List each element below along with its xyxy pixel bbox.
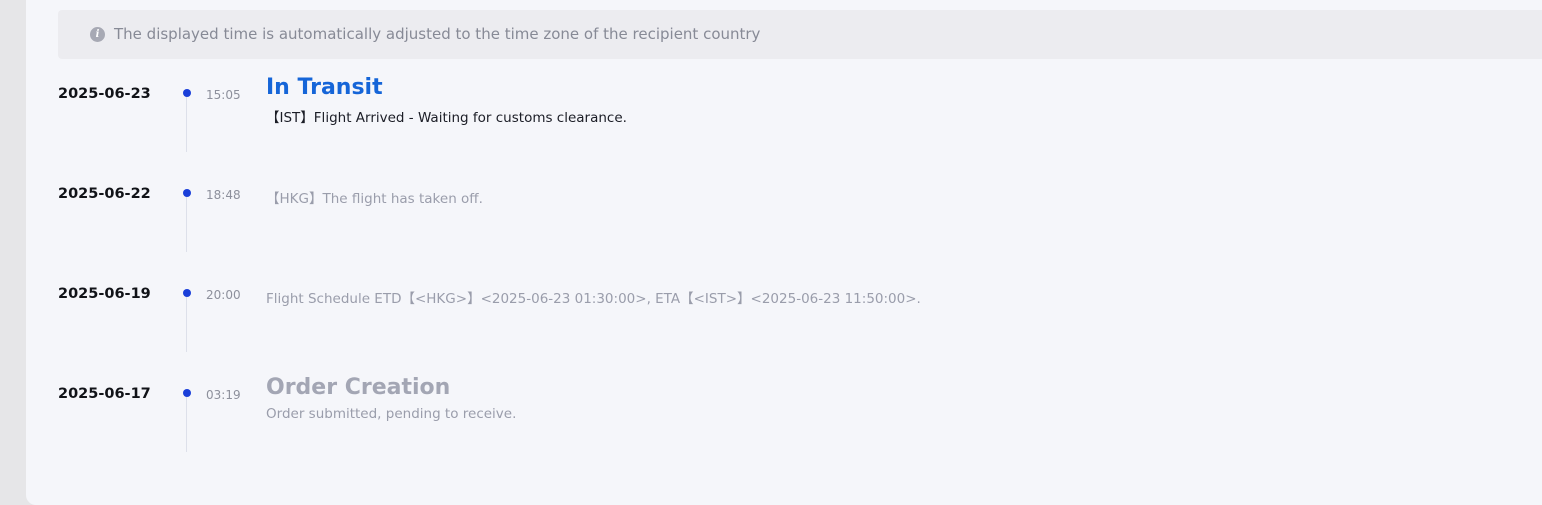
event-date: 2025-06-17 bbox=[58, 386, 151, 402]
timeline-connector bbox=[186, 97, 187, 152]
timeline-event: 2025-06-19 20:00 Flight Schedule ETD【<HK… bbox=[26, 286, 1542, 386]
tracking-panel: i The displayed time is automatically ad… bbox=[26, 0, 1542, 505]
event-detail: Flight Schedule ETD【<HKG>】<2025-06-23 01… bbox=[266, 291, 921, 307]
timeline-dot bbox=[183, 89, 191, 97]
timeline-dot bbox=[183, 289, 191, 297]
event-date: 2025-06-23 bbox=[58, 86, 151, 102]
event-time: 15:05 bbox=[206, 88, 241, 102]
event-status: Order Creation bbox=[266, 375, 451, 400]
timeline-event: 2025-06-17 03:19 Order Creation Order su… bbox=[26, 375, 1542, 486]
event-detail: 【HKG】The flight has taken off. bbox=[266, 191, 483, 207]
timeline-connector bbox=[186, 397, 187, 452]
event-date: 2025-06-22 bbox=[58, 186, 151, 202]
event-status: In Transit bbox=[266, 75, 383, 100]
event-time: 20:00 bbox=[206, 288, 241, 302]
timeline-event: 2025-06-23 15:05 In Transit 【IST】Flight … bbox=[26, 75, 1542, 186]
event-date: 2025-06-19 bbox=[58, 286, 151, 302]
timezone-notice: i The displayed time is automatically ad… bbox=[58, 10, 1542, 59]
timeline-event: 2025-06-22 18:48 【HKG】The flight has tak… bbox=[26, 186, 1542, 286]
info-icon: i bbox=[90, 27, 105, 42]
event-time: 03:19 bbox=[206, 388, 241, 402]
timeline-dot bbox=[183, 189, 191, 197]
event-detail: 【IST】Flight Arrived - Waiting for custom… bbox=[266, 110, 627, 126]
timeline-connector bbox=[186, 197, 187, 252]
timeline-dot bbox=[183, 389, 191, 397]
event-detail: Order submitted, pending to receive. bbox=[266, 406, 517, 422]
event-time: 18:48 bbox=[206, 188, 241, 202]
notice-text: The displayed time is automatically adju… bbox=[114, 25, 761, 43]
timeline-connector bbox=[186, 297, 187, 352]
